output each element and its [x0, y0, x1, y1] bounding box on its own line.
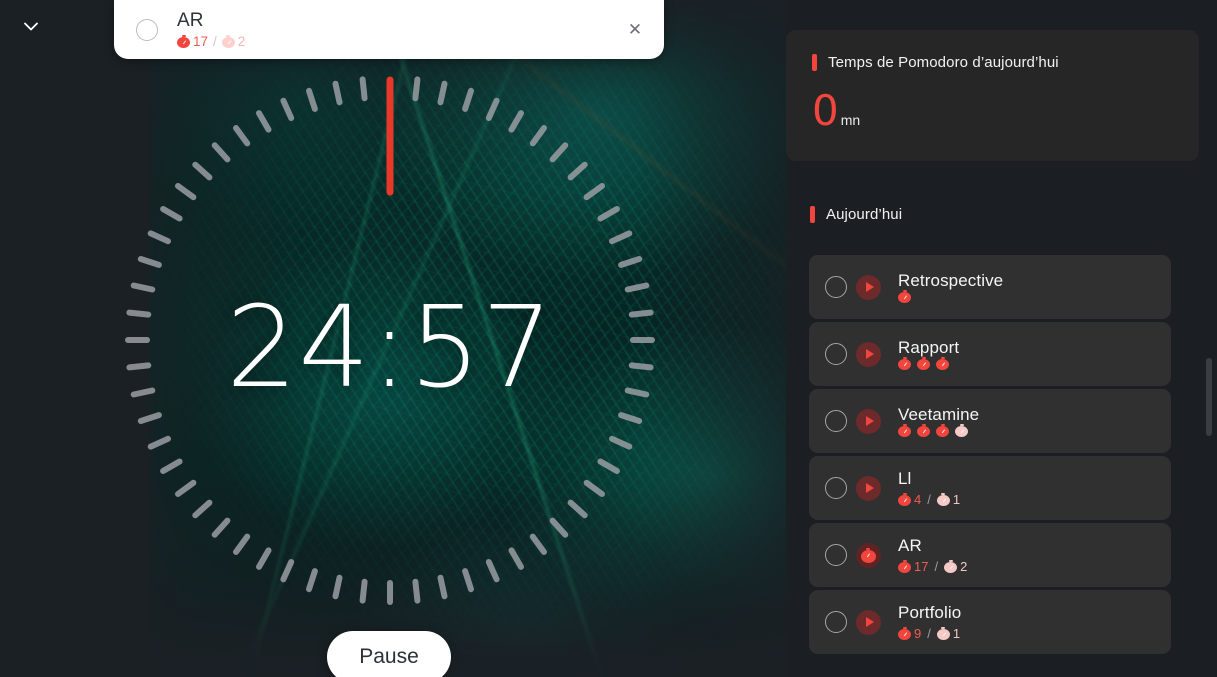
tomato-icon — [177, 34, 190, 48]
close-icon[interactable]: ✕ — [624, 19, 646, 41]
task-row[interactable]: Portfolio 9 / 1 — [809, 590, 1171, 654]
task-play-button[interactable] — [856, 408, 881, 434]
today-section-header: Aujourd’hui — [810, 206, 902, 223]
task-row[interactable]: Ll 4 / 1 — [809, 456, 1171, 520]
task-pomodoro-counts: 9 / 1 — [898, 626, 961, 641]
sidebar-scrollbar-thumb[interactable] — [1206, 358, 1212, 436]
tomato-icon — [917, 356, 930, 370]
task-completed-count: 4 — [914, 492, 922, 507]
task-pomodoro-counts: 17 / 2 — [898, 559, 967, 574]
task-text: Rapport — [898, 338, 959, 370]
play-icon — [865, 349, 874, 359]
active-task-count-separator: / — [213, 34, 217, 49]
task-play-button[interactable] — [856, 609, 881, 635]
tomato-icon — [898, 626, 911, 640]
task-row[interactable]: Veetamine — [809, 389, 1171, 453]
pomodoro-app-window: AR 17 / 2 ✕ 24:57 Pause Temps de Pomodor… — [0, 0, 1217, 677]
timer-display: 24:57 — [226, 283, 554, 413]
task-text: Ll 4 / 1 — [898, 469, 960, 507]
active-task-chip-body: AR 17 / 2 — [177, 10, 624, 49]
task-checkbox[interactable] — [825, 477, 847, 499]
tomato-icon — [898, 559, 911, 573]
sidebar-scrollbar-track[interactable] — [1206, 0, 1215, 677]
task-pomodoro-icons — [898, 423, 979, 437]
pause-button[interactable]: Pause — [327, 631, 451, 677]
task-row[interactable]: Retrospective — [809, 255, 1171, 319]
task-title: Rapport — [898, 338, 960, 357]
tomato-icon — [898, 492, 911, 506]
play-icon — [865, 416, 874, 426]
task-checkbox[interactable] — [825, 410, 847, 432]
task-active-button[interactable] — [856, 542, 881, 568]
task-title: Retrospective — [898, 271, 1004, 290]
task-pomodoro-icons — [898, 356, 959, 370]
task-title: AR — [898, 536, 922, 555]
today-pomodoro-time-header: Temps de Pomodoro d’aujourd’hui — [812, 54, 1173, 71]
tomato-icon — [917, 423, 930, 437]
task-pomodoro-icons — [898, 289, 1003, 303]
task-count-separator: / — [927, 626, 931, 641]
tomato-icon — [936, 423, 949, 437]
play-icon — [865, 282, 874, 292]
tomato-estimate-icon — [221, 34, 235, 48]
accent-bar-icon — [812, 54, 817, 71]
active-task-pomodoro-counts: 17 / 2 — [177, 34, 624, 49]
tomato-icon — [898, 289, 911, 303]
active-task-title: AR — [177, 10, 204, 31]
task-play-button[interactable] — [856, 341, 881, 367]
today-pomodoro-unit: mn — [840, 112, 861, 128]
tomato-icon — [898, 423, 911, 437]
task-checkbox[interactable] — [825, 276, 847, 298]
play-icon — [865, 617, 874, 627]
task-title: Veetamine — [898, 405, 980, 424]
task-text: AR 17 / 2 — [898, 536, 967, 574]
task-completed-count: 17 — [914, 559, 929, 574]
today-task-list: Retrospective Rapport Veetamine Ll 4 / 1 AR 17 / 2… — [809, 255, 1171, 657]
task-estimated-count: 2 — [960, 559, 968, 574]
task-text: Retrospective — [898, 271, 1003, 303]
task-estimated-count: 1 — [952, 626, 961, 641]
task-completed-count: 9 — [914, 626, 922, 641]
task-checkbox[interactable] — [825, 611, 847, 633]
accent-bar-icon — [810, 206, 815, 223]
tomato-icon — [955, 423, 968, 437]
task-title: Ll — [898, 469, 912, 488]
today-pomodoro-time-title: Temps de Pomodoro d’aujourd’hui — [828, 54, 1059, 71]
circle-checkbox-icon[interactable] — [136, 18, 158, 41]
tomato-icon — [944, 559, 958, 573]
task-text: Portfolio 9 / 1 — [898, 603, 961, 641]
task-pomodoro-counts: 4 / 1 — [898, 492, 960, 507]
today-pomodoro-minutes: 0 — [812, 86, 839, 135]
task-play-button[interactable] — [856, 274, 881, 300]
tomato-icon — [898, 356, 911, 370]
today-section-title: Aujourd’hui — [826, 206, 903, 223]
task-title: Portfolio — [898, 603, 962, 622]
today-pomodoro-time-card: Temps de Pomodoro d’aujourd’hui 0 mn — [786, 30, 1199, 161]
task-row[interactable]: AR 17 / 2 — [809, 523, 1171, 587]
tomato-icon — [861, 547, 876, 563]
task-checkbox[interactable] — [825, 343, 847, 365]
task-estimated-count: 1 — [952, 492, 961, 507]
tomato-icon — [936, 492, 950, 506]
task-play-button[interactable] — [856, 475, 881, 501]
tomato-icon — [936, 356, 949, 370]
active-task-chip[interactable]: AR 17 / 2 ✕ — [114, 0, 664, 59]
active-task-completed-count: 17 — [193, 34, 209, 49]
task-text: Veetamine — [898, 405, 979, 437]
task-count-separator: / — [934, 559, 939, 574]
today-pomodoro-time-value: 0 mn — [812, 86, 1173, 135]
active-task-estimated-count: 2 — [237, 34, 246, 49]
chevron-down-icon[interactable] — [18, 13, 44, 39]
task-row[interactable]: Rapport — [809, 322, 1171, 386]
task-count-separator: / — [927, 492, 931, 507]
tomato-icon — [936, 626, 950, 640]
task-checkbox[interactable] — [825, 544, 847, 566]
play-icon — [865, 483, 874, 493]
